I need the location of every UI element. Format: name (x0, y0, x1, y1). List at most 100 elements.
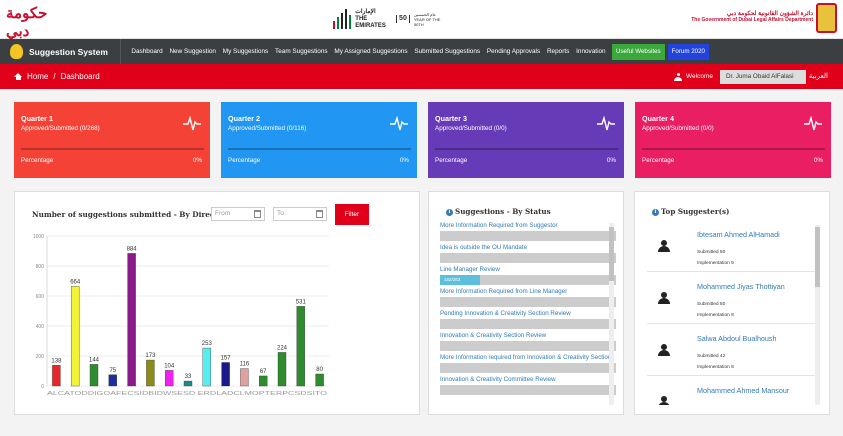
bar (202, 347, 212, 387)
brand[interactable]: Suggestion System (10, 43, 108, 60)
from-date-input[interactable]: From (211, 207, 265, 221)
quarter-subtitle: Approved/Submitted (0/116) (228, 125, 307, 132)
nav-item-dashboard[interactable]: Dashboard (128, 39, 166, 64)
scrollbar-thumb[interactable] (815, 227, 820, 287)
status-label[interactable]: Innovation & Creativity Committee Review (440, 376, 616, 384)
top-suggesters-title-text: Top Suggester(s) (661, 207, 730, 216)
bar (315, 373, 324, 387)
quarter-progress-bar (228, 148, 411, 150)
nav-item-my-suggestions[interactable]: My Suggestions (219, 39, 271, 64)
home-icon[interactable] (14, 73, 22, 80)
status-item[interactable]: Idea is outside the OU Mandate (440, 244, 616, 263)
nav-item-team-suggestions[interactable]: Team Suggestions (272, 39, 331, 64)
bar (296, 306, 305, 387)
nav-item-reports[interactable]: Reports (544, 39, 573, 64)
breadcrumb-home[interactable]: Home (27, 72, 48, 81)
scrollbar-thumb[interactable] (609, 227, 614, 281)
suggester-name[interactable]: Salwa Abdoul Bualhoush (697, 334, 777, 343)
bar (146, 359, 155, 387)
pulse-icon (597, 116, 615, 131)
user-icon (674, 72, 682, 81)
top-suggesters-scrollbar[interactable] (815, 225, 820, 405)
suggester-item[interactable]: Ibtesam Ahmed AlHamadi Submitted 50 Impl… (647, 220, 815, 272)
forum-2020-button[interactable]: Forum 2020 (667, 43, 709, 60)
nav-item-my-assigned-suggestions[interactable]: My Assigned Suggestions (331, 39, 411, 64)
chart-title: Number of suggestions submitted - By Dir… (32, 210, 240, 219)
status-item[interactable]: More Information Required from Line Mana… (440, 288, 616, 307)
status-list: More Information Required from Suggestor… (440, 222, 616, 405)
status-item[interactable]: Pending Innovation & Creativity Section … (440, 310, 616, 329)
quarter-title: Quarter 3 (435, 114, 467, 123)
status-progress-bar (440, 363, 616, 373)
calendar-icon[interactable] (254, 210, 261, 218)
bar-value-label: 104 (164, 363, 175, 369)
quarter-progress-bar (21, 148, 204, 150)
bar (108, 374, 118, 387)
status-panel-title-text: Suggestions - By Status (455, 207, 551, 216)
status-label[interactable]: Pending Innovation & Creativity Section … (440, 310, 616, 318)
nav-item-submitted-suggestions[interactable]: Submitted Suggestions (411, 39, 484, 64)
suggester-name[interactable]: Mohammed Ahmed Mansour (697, 386, 789, 395)
to-date-input[interactable]: To (273, 207, 327, 221)
quarter-card: Quarter 3 Approved/Submitted (0/0) Perce… (428, 102, 624, 178)
quarter-subtitle: Approved/Submitted (0/268) (21, 125, 100, 132)
suggester-item[interactable]: Salwa Abdoul Bualhoush Submitted 42 Impl… (647, 324, 815, 376)
main-navbar: Suggestion System Dashboard New Suggesti… (0, 39, 843, 64)
y-tick-label: 1000 (33, 234, 44, 240)
bar-value-label: 144 (89, 357, 100, 363)
nav-menu: Dashboard New Suggestion My Suggestions … (128, 39, 709, 64)
bar-value-label: 33 (185, 374, 192, 380)
quarter-percentage-value: 0% (192, 157, 202, 164)
bar (258, 375, 268, 387)
suggester-name[interactable]: Mohammed Jiyas Thottiyan (697, 282, 785, 291)
status-item[interactable]: Innovation & Creativity Section Review (440, 332, 616, 351)
suggester-name[interactable]: Ibtesam Ahmed AlHamadi (697, 230, 780, 239)
y-tick-label: 0 (41, 384, 44, 390)
quarter-subtitle: Approved/Submitted (0/0) (642, 125, 714, 132)
government-of-dubai-logo[interactable]: حكومة دبي GOVERNMENT OF DUBAI (6, 4, 68, 45)
status-item[interactable]: More Information Required from Suggestor (440, 222, 616, 241)
the-emirates-logo: الإمارات THE EMIRATES 50 عام الخمسين YEA… (333, 3, 445, 35)
status-progress-bar (440, 319, 616, 329)
info-icon: i (446, 208, 453, 216)
top-suggesters-list: Ibtesam Ahmed AlHamadi Submitted 50 Impl… (647, 220, 815, 405)
bar-value-label: 884 (127, 246, 138, 252)
y-tick-label: 200 (36, 354, 45, 360)
emirates-logo-english: THE EMIRATES (355, 15, 386, 29)
suggester-submitted: Submitted 42 (697, 354, 726, 359)
quarter-title: Quarter 1 (21, 114, 53, 123)
brand-name: Suggestion System (29, 46, 108, 57)
directorate-bar-chart: 0 200 400 600 800 1000 138 664 144 75 884 173 104 33 2… (33, 234, 329, 397)
suggester-item[interactable]: Mohammed Jiyas Thottiyan Submitted 50 Im… (647, 272, 815, 324)
quarter-percentage-label: Percentage (228, 157, 261, 164)
status-item[interactable]: More Information required from Innovatio… (440, 354, 616, 373)
status-item[interactable]: Innovation & Creativity Committee Review (440, 376, 616, 395)
suggester-item[interactable]: Mohammed Ahmed Mansour (647, 376, 815, 405)
suggester-implementation: Implementation 8 (697, 313, 734, 318)
status-label[interactable]: Idea is outside the OU Mandate (440, 244, 616, 252)
bar (127, 253, 136, 387)
status-label[interactable]: More Information Required from Suggestor (440, 222, 616, 230)
useful-websites-button[interactable]: Useful Websites (612, 43, 665, 60)
status-item[interactable]: Line Manager Review 182/263 (440, 266, 616, 285)
bar (277, 352, 287, 387)
filter-button[interactable]: Filter (335, 204, 369, 225)
user-name-box[interactable]: Dr. Juma Obaid AlFalasi (719, 69, 806, 84)
quarter-percentage-label: Percentage (435, 157, 468, 164)
calendar-icon[interactable] (316, 210, 323, 218)
status-label[interactable]: Innovation & Creativity Section Review (440, 332, 616, 340)
suggester-implementation: Implementation 9 (697, 261, 734, 266)
nav-item-pending-approvals[interactable]: Pending Approvals (483, 39, 543, 64)
language-toggle[interactable]: العربية (809, 64, 828, 89)
status-progress-bar (440, 385, 616, 395)
status-label[interactable]: More Information Required from Line Mana… (440, 288, 616, 296)
welcome-label: Welcome (686, 73, 713, 80)
status-progress-bar: 182/263 (440, 275, 616, 285)
nav-item-innovation[interactable]: Innovation (573, 39, 609, 64)
status-scrollbar[interactable] (609, 223, 614, 405)
status-label[interactable]: Line Manager Review (440, 266, 616, 274)
top-suggesters-title: i Top Suggester(s) (652, 207, 729, 216)
nav-item-new-suggestion[interactable]: New Suggestion (166, 39, 219, 64)
status-label[interactable]: More Information required from Innovatio… (440, 354, 616, 362)
quarter-percentage-value: 0% (399, 157, 409, 164)
